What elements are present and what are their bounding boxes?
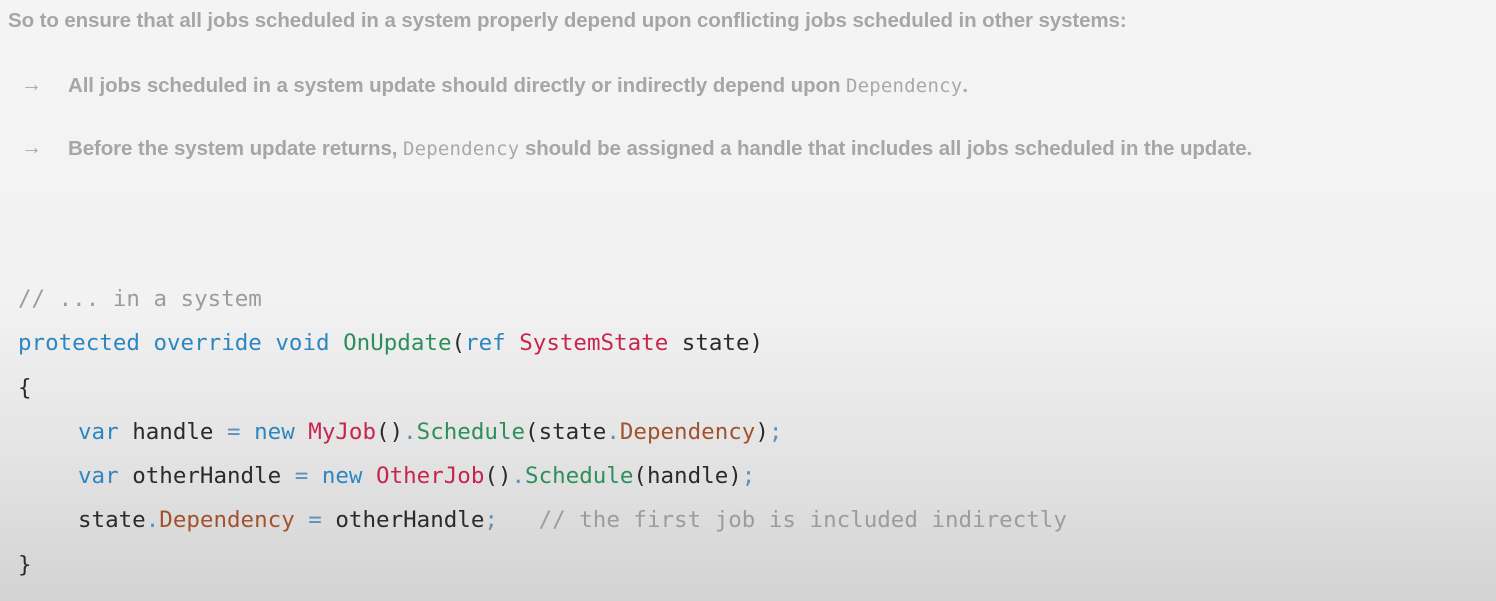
property-name: Dependency	[159, 507, 295, 534]
bullet-text: All jobs scheduled in a system update sh…	[68, 74, 968, 98]
keyword-override: override	[153, 330, 262, 357]
bullet-text-after: .	[962, 74, 968, 97]
bullet-text-before: Before the system update returns,	[68, 137, 403, 160]
method-name: Schedule	[525, 463, 634, 490]
keyword-var: var	[78, 418, 119, 445]
semicolon: ;	[484, 507, 498, 534]
inline-code: Dependency	[845, 75, 963, 97]
variable-name: otherHandle	[132, 463, 282, 490]
param-name: state	[681, 330, 750, 357]
variable-name: otherHandle	[335, 507, 485, 534]
arguments: (handle)	[633, 463, 742, 490]
keyword-protected: protected	[18, 330, 140, 357]
code-line-other-handle: var otherHandle = new OtherJob().Schedul…	[18, 459, 1067, 503]
keyword-var: var	[78, 463, 119, 490]
paren-close: )	[749, 330, 764, 357]
type-name: SystemState	[519, 330, 669, 357]
code-line-assign-dependency: state.Dependency = otherHandle; // the f…	[18, 503, 1067, 547]
method-name: Schedule	[416, 418, 526, 445]
inline-code: Dependency	[402, 138, 520, 160]
property-name: Dependency	[619, 418, 756, 445]
keyword-new: new	[254, 418, 295, 445]
variable-name: handle	[132, 418, 214, 445]
keyword-void: void	[275, 330, 330, 357]
open-brace: {	[18, 374, 32, 401]
bullet-text: Before the system update returns, Depend…	[68, 137, 1252, 161]
code-line-close-brace: }	[18, 548, 1067, 592]
code-line-signature: protected override void OnUpdate(ref Sys…	[18, 326, 1067, 370]
arrow-right-icon: →	[21, 73, 42, 96]
member-dot: .	[403, 418, 417, 445]
operator-assign: =	[308, 507, 322, 534]
method-name: OnUpdate	[343, 330, 452, 357]
type-name: MyJob	[308, 418, 377, 445]
semicolon: ;	[741, 463, 756, 490]
operator-assign: =	[227, 418, 241, 445]
member-dot: .	[145, 507, 160, 534]
member-dot: .	[606, 418, 620, 445]
argument-close: )	[755, 418, 769, 445]
argument-open: (state	[525, 418, 607, 445]
code-line-comment: // ... in a system	[18, 282, 1067, 326]
operator-assign: =	[294, 463, 309, 490]
call-parens: ()	[484, 463, 512, 490]
code-line-handle: var handle = new MyJob().Schedule(state.…	[18, 415, 1067, 459]
keyword-new: new	[321, 463, 363, 490]
object-name: state	[78, 507, 146, 534]
keyword-ref: ref	[465, 330, 506, 357]
paren-open: (	[451, 330, 466, 357]
arrow-right-icon: →	[21, 136, 42, 159]
code-comment: // ... in a system	[18, 286, 262, 312]
bullet-text-after: should be assigned a handle that include…	[519, 137, 1253, 160]
call-parens: ()	[376, 418, 404, 445]
semicolon: ;	[768, 418, 783, 445]
code-comment: // the first job is included indirectly	[538, 507, 1067, 534]
close-brace: }	[18, 551, 32, 578]
code-block: // ... in a system protected override vo…	[18, 282, 1067, 592]
code-line-open-brace: {	[18, 371, 1067, 415]
member-dot: .	[511, 463, 526, 490]
type-name: OtherJob	[376, 463, 485, 490]
bullet-text-before: All jobs scheduled in a system update sh…	[68, 74, 846, 97]
intro-paragraph: So to ensure that all jobs scheduled in …	[8, 9, 1127, 32]
